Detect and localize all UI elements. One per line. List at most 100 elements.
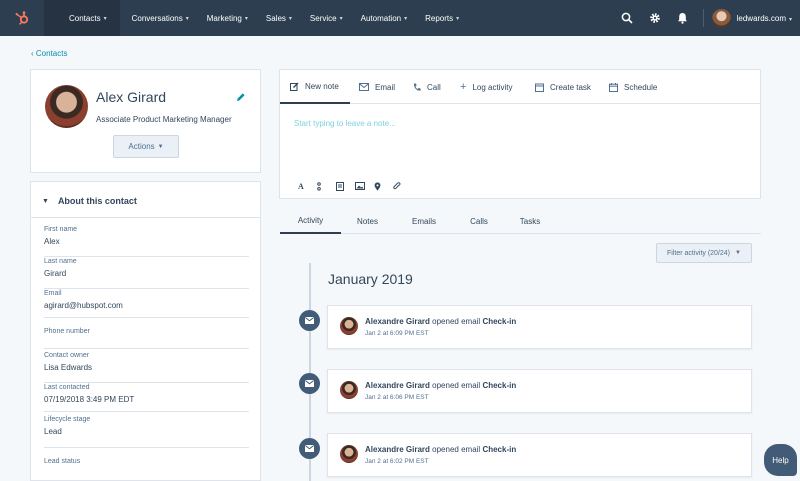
tab-email-label: Email — [375, 82, 396, 92]
tab-log-activity-label: Log activity — [472, 82, 513, 92]
tab-call[interactable]: Call — [413, 70, 441, 104]
field-value: Girard — [44, 269, 67, 278]
activity-composer: New note Email Call + Log activity Creat… — [279, 69, 761, 199]
activity-tabs: Activity Notes Emails Calls Tasks — [280, 208, 761, 234]
section-divider — [31, 217, 260, 218]
nav-sales[interactable]: Sales ▾ — [257, 0, 301, 36]
field-lead-status[interactable]: Lead status — [44, 458, 249, 478]
user-avatar[interactable] — [711, 8, 731, 28]
nav-reports[interactable]: Reports ▾ — [416, 0, 468, 36]
attachment-icon[interactable] — [393, 180, 412, 192]
tab-email[interactable]: Email — [359, 70, 395, 104]
field-label: Contact owner — [44, 352, 90, 359]
nav-marketing-label: Marketing — [206, 13, 242, 23]
chevron-down-icon: ▾ — [404, 15, 408, 22]
envelope-icon — [359, 83, 369, 91]
field-value: Alex — [44, 237, 60, 246]
event-avatar — [340, 381, 358, 399]
top-navigation-bar: Contacts ▾ Conversations ▾ Marketing ▾ Sale… — [0, 0, 800, 36]
field-contact-owner[interactable]: Contact owner Lisa Edwards — [44, 352, 249, 383]
field-label: Lifecycle stage — [44, 416, 91, 423]
image-icon[interactable] — [355, 180, 374, 192]
nav-service[interactable]: Service ▾ — [301, 0, 352, 36]
personalize-icon[interactable] — [317, 180, 336, 192]
field-phone-number[interactable]: Phone number — [44, 328, 249, 349]
email-event-icon — [299, 310, 320, 331]
nav-automation-label: Automation — [360, 13, 402, 23]
plus-icon: + — [460, 81, 467, 93]
tab-schedule-label: Schedule — [624, 82, 658, 92]
nav-conversations[interactable]: Conversations ▾ — [120, 0, 198, 36]
tab-activity-label: Activity — [297, 215, 324, 225]
field-email[interactable]: Email agirard@hubspot.com — [44, 290, 249, 318]
chevron-down-icon: ▾ — [244, 15, 248, 22]
timeline-month-heading: January 2019 — [328, 271, 413, 287]
field-last-name[interactable]: Last name Girard — [44, 258, 249, 289]
help-button[interactable]: Help — [764, 444, 797, 476]
timeline-event-card[interactable]: Alexandre Girard opened email Check-in J… — [327, 369, 752, 413]
field-first-name[interactable]: First name Alex — [44, 226, 249, 257]
breadcrumb[interactable]: ‹ Contacts — [31, 49, 67, 58]
field-label: Email — [44, 290, 62, 297]
filter-activity-button[interactable]: Filter activity (20/24) ▼ — [656, 243, 752, 263]
search-icon[interactable] — [613, 0, 641, 36]
event-subject[interactable]: Check-in — [482, 381, 516, 390]
contact-name: Alex Girard — [96, 89, 167, 105]
nav-sales-label: Sales — [265, 13, 286, 23]
about-section-toggle[interactable]: ▼ About this contact — [42, 196, 137, 206]
tab-create-task-label: Create task — [550, 82, 591, 92]
field-last-contacted[interactable]: Last contacted 07/19/2018 3:49 PM EDT — [44, 384, 249, 412]
phone-icon — [413, 83, 421, 92]
location-pin-icon[interactable] — [374, 180, 393, 192]
gear-icon[interactable] — [641, 0, 669, 36]
tab-notes-label: Notes — [357, 216, 378, 226]
bell-icon[interactable] — [669, 0, 697, 36]
event-action: opened email — [432, 317, 481, 326]
task-icon — [535, 83, 544, 92]
text-style-icon[interactable]: A — [298, 180, 317, 192]
note-input[interactable]: Start typing to leave a note... — [294, 119, 396, 128]
field-label: Lead status — [44, 458, 81, 465]
event-timestamp: Jan 2 at 6:06 PM EST — [365, 394, 429, 401]
note-toolbar: A — [298, 180, 412, 192]
nav-reports-label: Reports — [425, 13, 454, 23]
timeline-event-card[interactable]: Alexandre Girard opened email Check-in J… — [327, 433, 752, 477]
account-menu[interactable]: ledwards.com ▾ — [737, 14, 792, 23]
chevron-down-icon: ▾ — [288, 15, 292, 22]
nav-contacts[interactable]: Contacts ▾ — [44, 0, 120, 36]
pencil-icon[interactable] — [236, 92, 246, 104]
nav-contacts-label: Contacts — [69, 13, 101, 23]
field-lifecycle-stage[interactable]: Lifecycle stage Lead — [44, 416, 249, 448]
hubspot-logo-icon[interactable] — [0, 0, 44, 36]
about-section-title: About this contact — [57, 196, 137, 206]
tab-create-task[interactable]: Create task — [535, 70, 591, 104]
event-actor: Alexandre Girard — [365, 381, 430, 390]
account-name: ledwards.com — [736, 13, 786, 23]
tab-schedule[interactable]: Schedule — [609, 70, 657, 104]
edit-note-icon — [290, 82, 299, 91]
tab-notes[interactable]: Notes — [350, 208, 385, 234]
actions-button[interactable]: Actions ▼ — [113, 135, 179, 158]
field-value: Lisa Edwards — [44, 363, 93, 372]
tab-calls[interactable]: Calls — [464, 208, 494, 234]
nav-automation[interactable]: Automation ▾ — [352, 0, 416, 36]
tab-emails[interactable]: Emails — [405, 208, 443, 234]
snippet-icon[interactable] — [336, 180, 355, 192]
field-value: agirard@hubspot.com — [44, 301, 123, 310]
tab-tasks[interactable]: Tasks — [515, 208, 545, 234]
event-action: opened email — [432, 445, 481, 454]
composer-tabs: New note Email Call + Log activity Creat… — [280, 70, 760, 104]
timeline-event-card[interactable]: Alexandre Girard opened email Check-in J… — [327, 305, 752, 349]
field-label: Phone number — [44, 328, 90, 335]
about-contact-panel: ▼ About this contact First name Alex Las… — [30, 181, 261, 481]
nav-marketing[interactable]: Marketing ▾ — [198, 0, 257, 36]
event-subject[interactable]: Check-in — [482, 317, 516, 326]
event-subject[interactable]: Check-in — [482, 445, 516, 454]
event-avatar — [340, 445, 358, 463]
tab-log-activity[interactable]: + Log activity — [460, 70, 512, 104]
contact-avatar — [45, 85, 88, 128]
tab-new-note[interactable]: New note — [280, 70, 350, 104]
tab-activity[interactable]: Activity — [280, 208, 341, 234]
nav-service-label: Service — [309, 13, 337, 23]
event-summary: Alexandre Girard opened email Check-in — [365, 317, 516, 326]
